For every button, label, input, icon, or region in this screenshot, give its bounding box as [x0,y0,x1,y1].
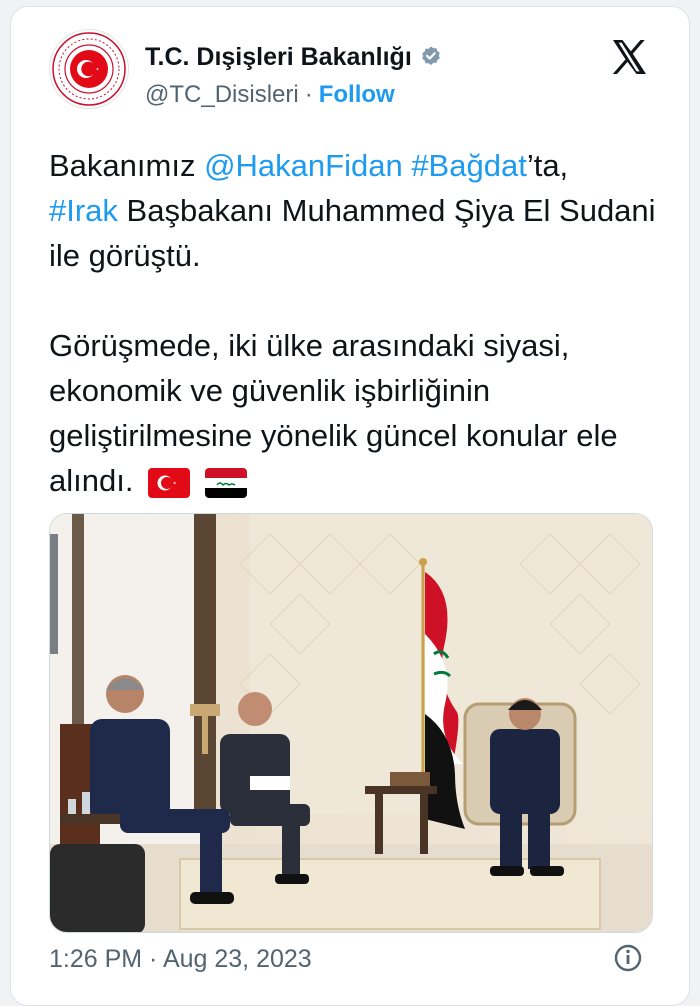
tweet-text: Bakanımız @HakanFidan #Bağdat’ta, #Irak … [49,143,669,503]
text-run: Başbakanı Muhammed Şiya El Sudani ile gö… [49,193,656,273]
turkey-flag-icon [148,467,191,498]
meeting-photo [50,514,652,932]
text-run: ’ta, [526,148,569,183]
tweet-photo[interactable] [49,513,653,933]
info-icon[interactable] [613,943,643,973]
tweet-paragraph-1: Bakanımız @HakanFidan #Bağdat’ta, #Irak … [49,143,669,278]
tweet-header: T.C. Dışişleri Bakanlığı @TC_Disisleri ·… [49,29,669,121]
handle-line: @TC_Disisleri · Follow [145,79,395,111]
display-name[interactable]: T.C. Dışişleri Bakanlığı [145,43,412,72]
tweet-paragraph-2: Görüşmede, iki ülke arasındaki siyasi, e… [49,323,669,503]
text-run: Bakanımız [49,148,205,183]
tweet-card: T.C. Dışişleri Bakanlığı @TC_Disisleri ·… [10,6,690,1006]
hashtag-link[interactable]: #Bağdat [411,148,527,183]
verified-badge-icon [421,46,440,65]
separator-dot: · [304,81,313,108]
mention-link[interactable]: @HakanFidan [204,148,403,183]
x-logo-icon[interactable] [609,37,649,77]
name-line: T.C. Dışişleri Bakanlığı [145,39,443,75]
turkish-mfa-seal-icon [52,32,126,106]
hashtag-link[interactable]: #Irak [49,193,118,228]
avatar[interactable] [49,29,129,109]
text-run: Görüşmede, iki ülke arasındaki siyasi, e… [49,328,618,498]
tweet-timestamp[interactable]: 1:26 PM · Aug 23, 2023 [49,945,312,974]
account-handle[interactable]: @TC_Disisleri [145,81,299,109]
follow-button[interactable]: Follow [319,81,395,109]
iraq-flag-icon [204,467,247,498]
